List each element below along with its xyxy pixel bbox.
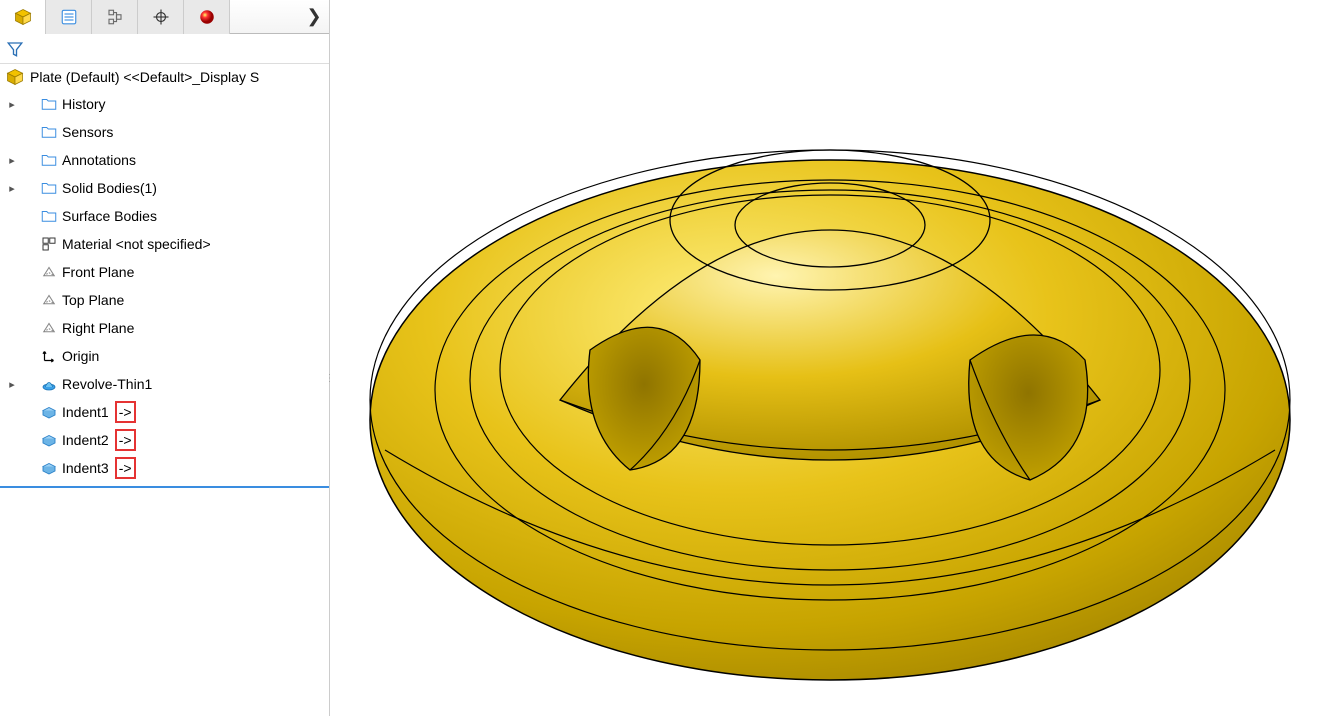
folder-solid-icon	[40, 179, 58, 197]
tree-item[interactable]: ▸Indent1->	[0, 398, 329, 426]
model-render	[330, 0, 1326, 716]
folder-a-icon	[40, 151, 58, 169]
external-ref-marker: ->	[115, 429, 136, 451]
tab-property-manager[interactable]	[46, 0, 92, 34]
tree-item[interactable]: ▸ Annotations	[0, 146, 329, 174]
folder-surface-icon	[40, 207, 58, 225]
tree-item[interactable]: ▸ Revolve-Thin1	[0, 370, 329, 398]
plane-icon	[40, 291, 58, 309]
expand-caret-icon[interactable]: ▸	[6, 98, 18, 111]
root-label: Plate (Default) <<Default>_Display S	[30, 69, 259, 85]
tree-item-label: Annotations	[62, 152, 136, 168]
tabbar-overflow-button[interactable]: ❯	[299, 6, 329, 27]
tree-item-label: Surface Bodies	[62, 208, 157, 224]
tree-item-label: Origin	[62, 348, 99, 364]
indent-icon	[40, 403, 58, 421]
plane-icon	[40, 263, 58, 281]
tab-feature-manager[interactable]	[0, 0, 46, 34]
tab-display-manager[interactable]	[184, 0, 230, 34]
tab-configuration-manager[interactable]	[92, 0, 138, 34]
expand-caret-icon[interactable]: ▸	[6, 154, 18, 167]
tree-root-row[interactable]: Plate (Default) <<Default>_Display S	[0, 64, 329, 90]
crosshair-icon	[152, 8, 170, 26]
part-cube-icon	[6, 68, 24, 86]
tab-dimxpert[interactable]	[138, 0, 184, 34]
folder-gauge-icon	[40, 123, 58, 141]
feature-tree: ▸History▸Sensors▸Annotations▸Solid Bodie…	[0, 90, 329, 488]
tree-item-label: History	[62, 96, 106, 112]
revolve-icon	[40, 375, 58, 393]
tree-item[interactable]: ▸ Solid Bodies(1)	[0, 174, 329, 202]
tree-item-label: Front Plane	[62, 264, 134, 280]
external-ref-marker: ->	[115, 457, 136, 479]
list-lines-icon	[60, 8, 78, 26]
tree-item-label: Indent1	[62, 404, 109, 420]
external-ref-marker: ->	[115, 401, 136, 423]
tree-item[interactable]: ▸ History	[0, 90, 329, 118]
tree-item[interactable]: ▸Material <not specified>	[0, 230, 329, 258]
tree-item[interactable]: ▸Right Plane	[0, 314, 329, 342]
tree-item[interactable]: ▸Surface Bodies	[0, 202, 329, 230]
tree-item[interactable]: ▸Indent3->	[0, 454, 329, 482]
model-viewport[interactable]	[330, 0, 1326, 716]
config-tree-icon	[106, 8, 124, 26]
tree-item-label: Revolve-Thin1	[62, 376, 152, 392]
tree-item-label: Material <not specified>	[62, 236, 211, 252]
tree-item-label: Sensors	[62, 124, 113, 140]
expand-caret-icon[interactable]: ▸	[6, 182, 18, 195]
tree-item[interactable]: ▸Top Plane	[0, 286, 329, 314]
indent-icon	[40, 459, 58, 477]
tree-item[interactable]: ▸Origin	[0, 342, 329, 370]
plane-icon	[40, 319, 58, 337]
tree-item-label: Indent2	[62, 432, 109, 448]
tree-item-label: Right Plane	[62, 320, 134, 336]
tree-filter-row	[0, 34, 329, 64]
panel-tabbar: ❯	[0, 0, 329, 34]
origin-icon	[40, 347, 58, 365]
part-cube-icon	[14, 8, 32, 26]
appearance-sphere-icon	[198, 8, 216, 26]
tree-item-label: Top Plane	[62, 292, 124, 308]
filter-icon[interactable]	[6, 40, 24, 58]
indent-icon	[40, 431, 58, 449]
folder-clock-icon	[40, 95, 58, 113]
tree-item-label: Solid Bodies(1)	[62, 180, 157, 196]
expand-caret-icon[interactable]: ▸	[6, 378, 18, 391]
feature-tree-panel: ❯ Plate (Default) <<Default>_Display S ▸…	[0, 0, 330, 716]
tree-item-label: Indent3	[62, 460, 109, 476]
tree-item[interactable]: ▸Front Plane	[0, 258, 329, 286]
tree-item[interactable]: ▸Indent2->	[0, 426, 329, 454]
tree-item[interactable]: ▸Sensors	[0, 118, 329, 146]
material-icon	[40, 235, 58, 253]
chevron-right-icon: ❯	[306, 6, 321, 27]
